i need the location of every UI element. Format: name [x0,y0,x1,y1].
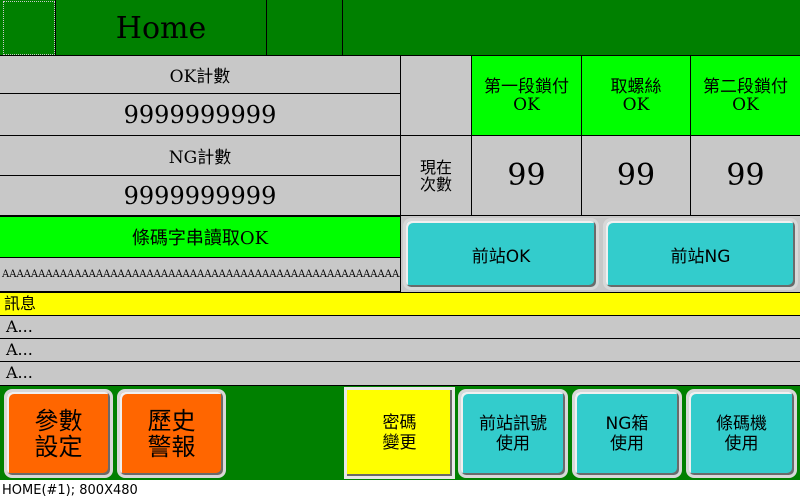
station-count-1: 99 [472,136,582,216]
page-title: Home [115,10,207,46]
message-line: A... [0,339,800,362]
prev-station-ok-button[interactable]: 前站OK [403,218,599,290]
current-count-label: 現在 次數 [401,136,472,216]
prev-station-ng-button[interactable]: 前站NG [603,218,798,290]
prev-station-signal-button[interactable]: 前站訊號 使用 [458,389,568,478]
barcode-string: AAAAAAAAAAAAAAAAAAAAAAAAAAAAAAAAAAAAAAAA… [0,258,400,292]
parameter-settings-button[interactable]: 參數 設定 [4,389,113,478]
message-line: A... [0,316,800,339]
station-count-3: 99 [691,136,800,216]
header-divider [266,0,267,56]
barcode-machine-button[interactable]: 條碼機 使用 [686,389,797,478]
ng-count-value: 9999999999 [0,176,400,216]
barcode-status: 條碼字串讀取OK [0,216,400,258]
ok-count-label: OK計數 [0,56,400,94]
status-bar-text: HOME(#1); 800X480 [2,483,138,498]
header-left-box[interactable] [3,1,55,55]
ok-count-value: 9999999999 [0,94,400,136]
grid-corner [401,56,472,136]
message-header: 訊息 [0,292,800,316]
message-line: A... [0,362,800,386]
header-divider [342,0,343,56]
station-header-3: 第二段鎖付 OK [691,56,800,136]
station-count-2: 99 [582,136,691,216]
ng-box-button[interactable]: NG箱 使用 [572,389,682,478]
station-header-1: 第一段鎖付 OK [472,56,582,136]
change-password-button[interactable]: 密碼 變更 [344,387,455,479]
ng-count-label: NG計數 [0,136,400,176]
station-header-2: 取螺絲 OK [582,56,691,136]
history-alarm-button[interactable]: 歷史 警報 [117,389,226,478]
